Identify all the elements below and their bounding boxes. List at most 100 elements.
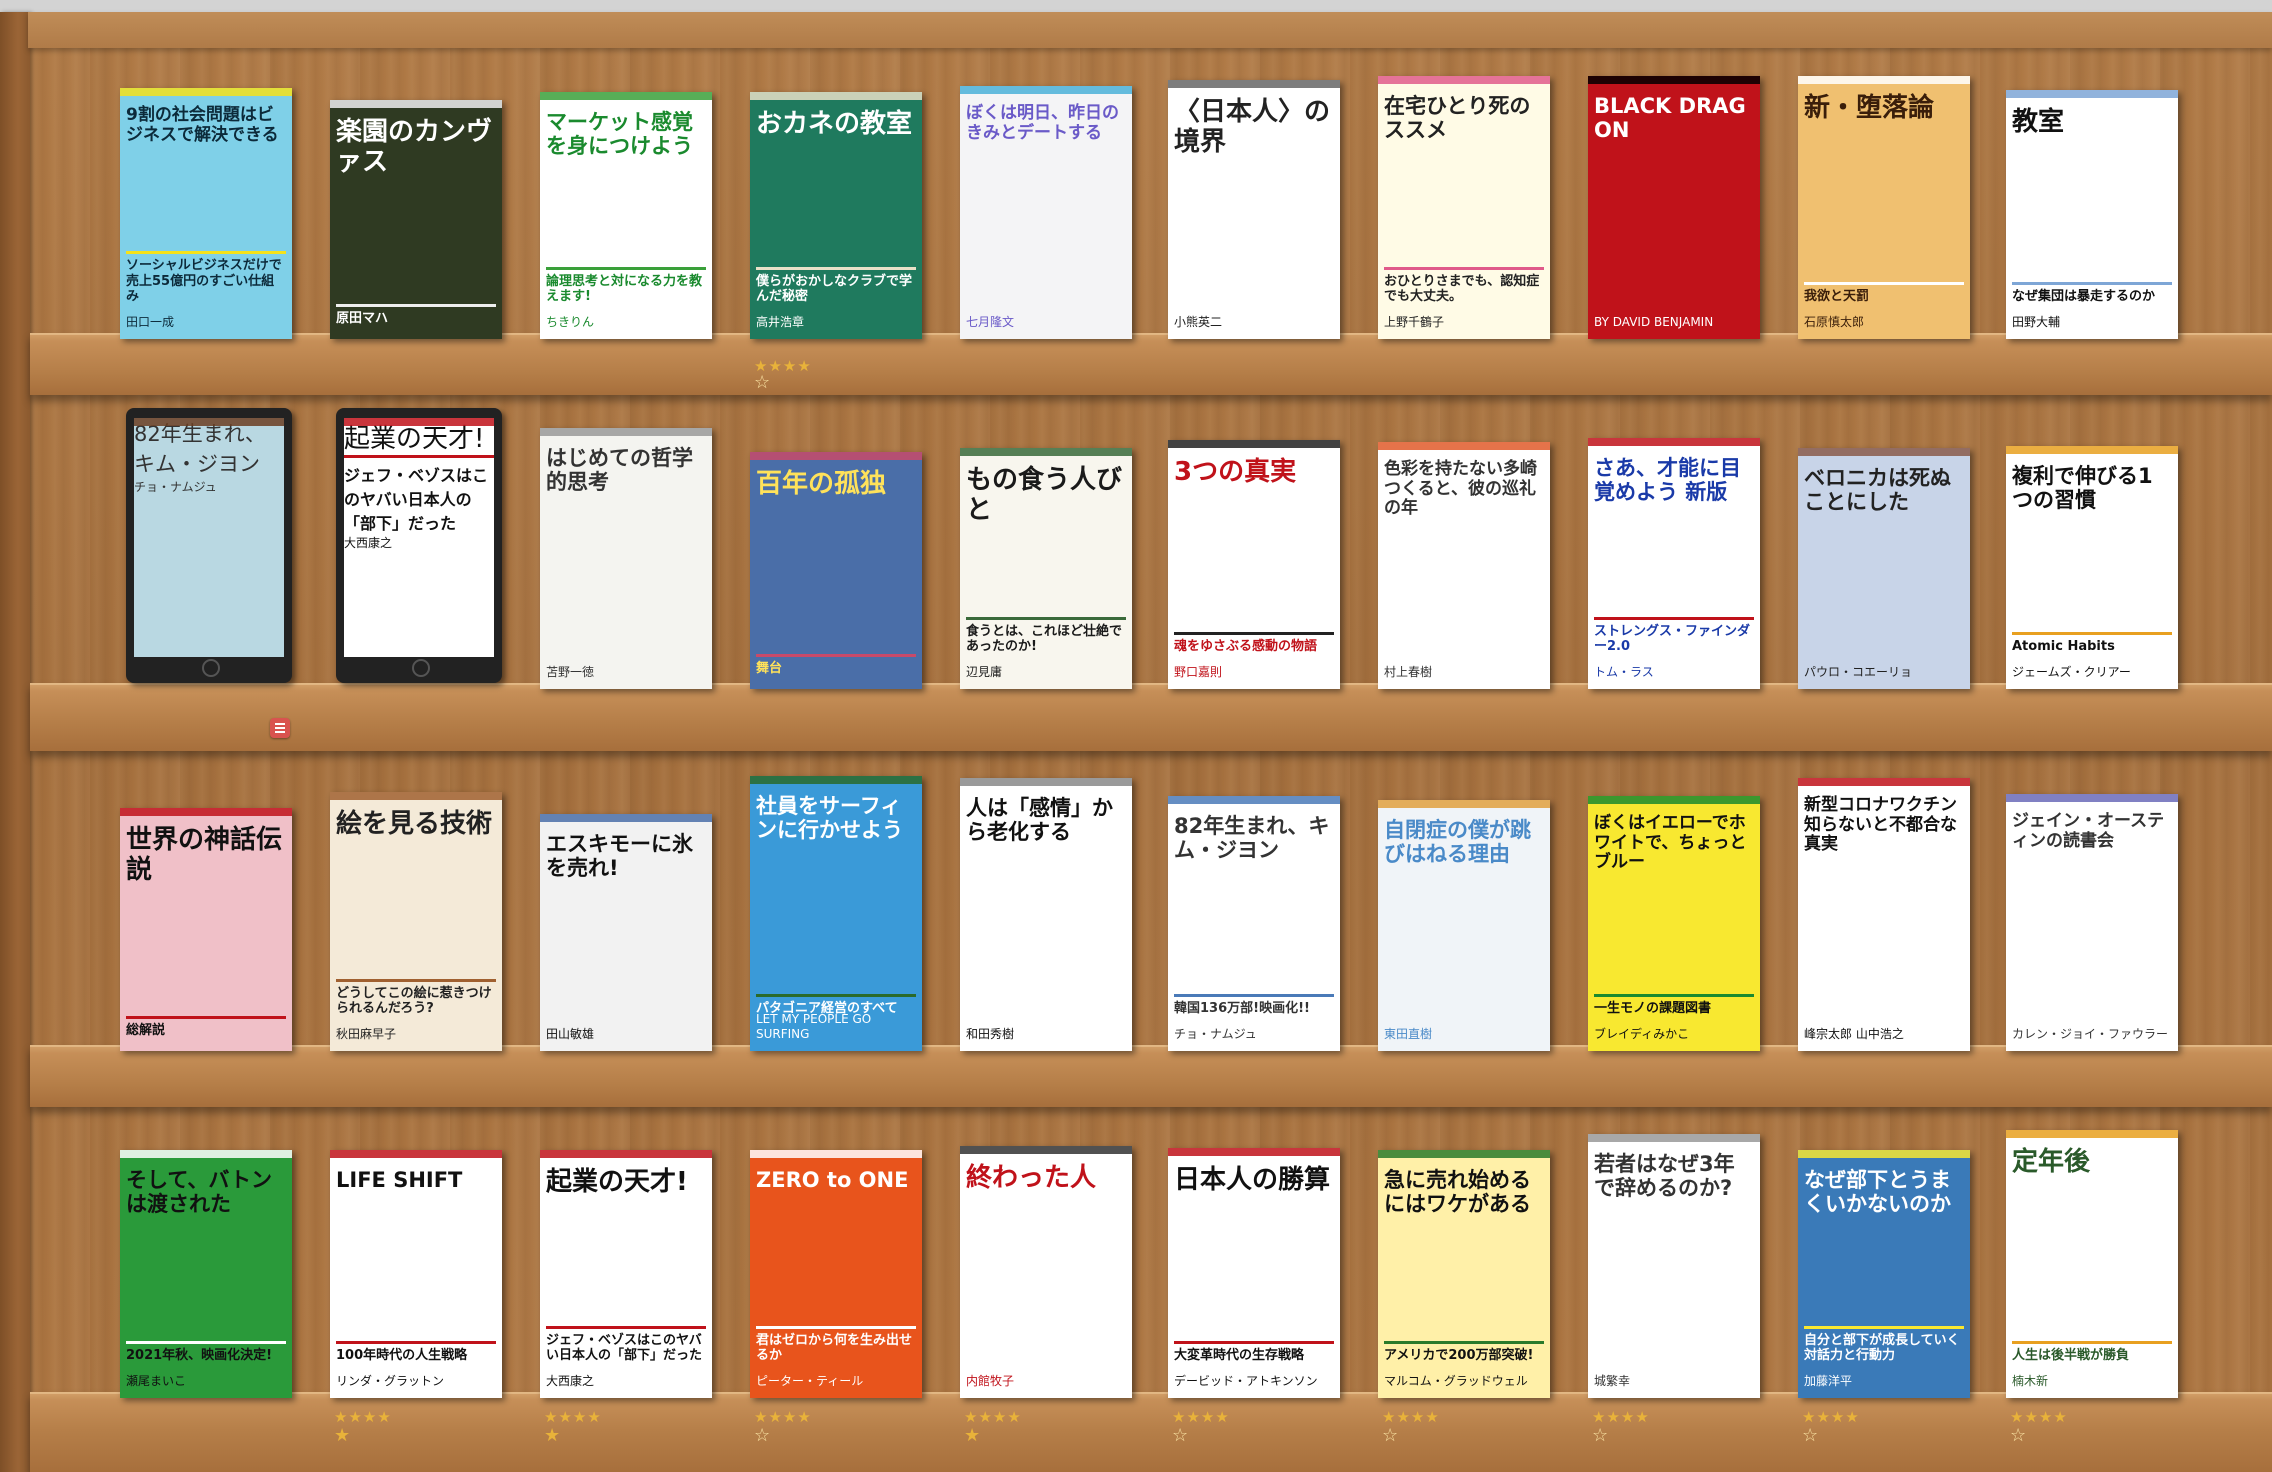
book-cover[interactable]: 社員をサーフィンに行かせよう パタゴニア経営のすべて LET MY PEOPLE G… bbox=[750, 776, 922, 1051]
book-cover[interactable]: 色彩を持たない多崎つくると、彼の巡礼の年 村上春樹 bbox=[1378, 442, 1550, 689]
book-tablet[interactable]: 82年生まれ、キム・ジヨン チョ・ナムジュ bbox=[126, 408, 292, 683]
book-cover[interactable]: マーケット感覚を身につけよう 論理思考と対になる力を教えます! ちきりん bbox=[540, 92, 712, 339]
book-cover[interactable]: BLACK DRAGON BY DAVID BENJAMIN bbox=[1588, 76, 1760, 339]
book-cover[interactable]: 在宅ひとり死のススメ おひとりさまでも、認知症でも大丈夫。 上野千鶴子 bbox=[1378, 76, 1550, 339]
book-title: 自閉症の僕が跳びはねる理由 bbox=[1384, 818, 1531, 867]
rating-star-icon[interactable]: ☆ bbox=[1592, 1427, 1608, 1445]
cover-accent-band bbox=[1798, 448, 1970, 456]
book-cover[interactable]: 世界の神話伝説 総解説 bbox=[120, 808, 292, 1051]
book-cover[interactable]: 新型コロナワクチン 知らないと不都合な真実 峰宗太郎 山中浩之 bbox=[1798, 778, 1970, 1051]
rating-stars[interactable]: ★★★★ bbox=[334, 1410, 392, 1425]
book-title: 起業の天才! bbox=[546, 1167, 688, 1197]
cover-accent-band bbox=[1798, 1150, 1970, 1158]
book-subtitle: ソーシャルビジネスだけで売上55億円のすごい仕組み bbox=[126, 251, 286, 305]
book-cover[interactable]: そして、バトンは渡された 2021年秋、映画化決定! 瀬尾まいこ bbox=[120, 1150, 292, 1398]
book-author: 野口嘉則 bbox=[1174, 664, 1223, 679]
book-cover[interactable]: 絵を見る技術 どうしてこの絵に惹きつけられるんだろう? 秋田麻早子 bbox=[330, 792, 502, 1051]
rating-star-icon[interactable]: ☆ bbox=[754, 374, 770, 392]
book-title: ベロニカは死ぬことにした bbox=[1804, 466, 1951, 515]
book-cover: 82年生まれ、キム・ジヨン チョ・ナムジュ bbox=[134, 418, 284, 657]
book-subtitle: 僕らがおかしなクラブで学んだ秘密 bbox=[756, 266, 916, 305]
book-cover[interactable]: ジェイン・オースティンの読書会 カレン・ジョイ・ファウラー bbox=[2006, 794, 2178, 1051]
book-cover[interactable]: ぼくは明日、昨日のきみとデートする 七月隆文 bbox=[960, 86, 1132, 339]
book-cover[interactable]: 82年生まれ、キム・ジヨン 韓国136万部!映画化!! チョ・ナムジュ bbox=[1168, 796, 1340, 1051]
book-cover[interactable]: ベロニカは死ぬことにしたパウロ・コエーリョ bbox=[1798, 448, 1970, 689]
book-cover[interactable]: 楽園のカンヴァス 原田マハ bbox=[330, 100, 502, 339]
book-title: ZERO to ONE bbox=[756, 1168, 909, 1192]
rating-stars[interactable]: ★★★★ bbox=[1802, 1410, 1860, 1425]
cover-accent-band bbox=[1798, 778, 1970, 786]
cover-accent-band bbox=[540, 92, 712, 100]
book-cover[interactable]: はじめての哲学的思考 苫野一徳 bbox=[540, 428, 712, 689]
book-title: マーケット感覚を身につけよう bbox=[546, 110, 693, 159]
book-cover[interactable]: 9割の社会問題はビジネスで解決できる ソーシャルビジネスだけで売上55億円のすごい… bbox=[120, 88, 292, 339]
cover-accent-band bbox=[960, 86, 1132, 94]
rating-stars[interactable]: ★★★★ bbox=[2010, 1410, 2068, 1425]
book-tablet[interactable]: 起業の天才! ジェフ・ベゾスはこのヤバい日本人の「部下」だった 大西康之 bbox=[336, 408, 502, 683]
book-cover[interactable]: 急に売れ始めるにはワケがある アメリカで200万部突破! マルコム・グラッドウェル bbox=[1378, 1150, 1550, 1398]
book-author: パウロ・コエーリョ bbox=[1804, 664, 1913, 679]
rating-star-icon[interactable]: ★ bbox=[544, 1427, 560, 1445]
book-title: 世界の神話伝説 bbox=[126, 825, 283, 885]
cover-accent-band bbox=[750, 452, 922, 460]
book-cover[interactable]: 終わった人 内館牧子 bbox=[960, 1146, 1132, 1398]
book-cover[interactable]: 〈日本人〉の境界 小熊英二 bbox=[1168, 80, 1340, 339]
book-title: 教室 bbox=[2012, 107, 2065, 137]
rating-stars[interactable]: ★★★★ bbox=[1172, 1410, 1230, 1425]
book-cover[interactable]: 複利で伸びる1つの習慣 Atomic Habits ジェームズ・クリアー bbox=[2006, 446, 2178, 689]
rating-star-icon[interactable]: ☆ bbox=[2010, 1427, 2026, 1445]
shelf-board bbox=[30, 683, 2272, 751]
book-cover[interactable]: 若者はなぜ3年で辞めるのか? 城繁幸 bbox=[1588, 1134, 1760, 1398]
book-subtitle: おひとりさまでも、認知症でも大丈夫。 bbox=[1384, 266, 1544, 305]
book-cover[interactable]: ぼくはイエローでホワイトで、ちょっとブルー 一生モノの課題図書 ブレイディみかこ bbox=[1588, 796, 1760, 1051]
book-author: 小熊英二 bbox=[1174, 314, 1223, 329]
book-title: 終わった人 bbox=[966, 1163, 1097, 1193]
book-cover[interactable]: エスキモーに氷を売れ! 田山敏雄 bbox=[540, 814, 712, 1051]
rating-star-icon[interactable]: ☆ bbox=[1802, 1427, 1818, 1445]
book-cover[interactable]: 新・堕落論 我欲と天罰 石原慎太郎 bbox=[1798, 76, 1970, 339]
rating-stars[interactable]: ★★★★ bbox=[544, 1410, 602, 1425]
book-cover[interactable]: もの食う人びと 食うとは、これほど壮絶であったのか! 辺見庸 bbox=[960, 448, 1132, 689]
cover-accent-band bbox=[1798, 76, 1970, 84]
book-cover[interactable]: さあ、才能に目覚めよう 新版 ストレングス・ファインダー2.0 トム・ラス bbox=[1588, 438, 1760, 689]
cover-accent-band bbox=[120, 88, 292, 96]
cover-accent-band bbox=[1168, 80, 1340, 88]
book-title: 日本人の勝算 bbox=[1174, 1165, 1331, 1195]
book-cover: 起業の天才! ジェフ・ベゾスはこのヤバい日本人の「部下」だった 大西康之 bbox=[344, 418, 494, 657]
rating-star-icon[interactable]: ☆ bbox=[754, 1427, 770, 1445]
tablet-home-button bbox=[412, 659, 430, 677]
menu-icon[interactable] bbox=[270, 718, 290, 738]
book-cover[interactable]: なぜ部下とうまくいかないのか 自分と部下が成長していく対話力と行動力 加藤洋平 bbox=[1798, 1150, 1970, 1398]
book-cover[interactable]: 起業の天才! ジェフ・ベゾスはこのヤバい日本人の「部下」だった 大西康之 bbox=[540, 1150, 712, 1398]
book-cover[interactable]: 定年後 人生は後半戦が勝負 楠木新 bbox=[2006, 1130, 2178, 1398]
book-subtitle: 原田マハ bbox=[336, 304, 496, 327]
book-cover[interactable]: LIFE SHIFT 100年時代の人生戦略 リンダ・グラットン bbox=[330, 1150, 502, 1398]
rating-star-icon[interactable]: ★ bbox=[334, 1427, 350, 1445]
book-cover[interactable]: 人は「感情」から老化する 和田秀樹 bbox=[960, 778, 1132, 1051]
rating-stars[interactable]: ★★★★ bbox=[1592, 1410, 1650, 1425]
book-cover[interactable]: 百年の孤独 舞台 bbox=[750, 452, 922, 689]
rating-stars[interactable]: ★★★★ bbox=[964, 1410, 1022, 1425]
book-cover[interactable]: おカネの教室 僕らがおかしなクラブで学んだ秘密 高井浩章 bbox=[750, 92, 922, 339]
book-title: 社員をサーフィンに行かせよう bbox=[756, 794, 903, 843]
book-author: 高井浩章 bbox=[756, 314, 805, 329]
cover-accent-band bbox=[330, 792, 502, 800]
cover-accent-band bbox=[2006, 446, 2178, 454]
book-cover[interactable]: 教室 なぜ集団は暴走するのか 田野大輔 bbox=[2006, 90, 2178, 339]
rating-star-icon[interactable]: ☆ bbox=[1382, 1427, 1398, 1445]
cover-accent-band bbox=[1588, 76, 1760, 84]
cover-accent-band bbox=[1168, 796, 1340, 804]
book-title: 急に売れ始めるにはワケがある bbox=[1384, 1168, 1531, 1217]
rating-stars[interactable]: ★★★★ bbox=[1382, 1410, 1440, 1425]
rating-star-icon[interactable]: ★ bbox=[964, 1427, 980, 1445]
book-cover[interactable]: ZERO to ONE 君はゼロから何を生み出せるか ピーター・ティール bbox=[750, 1150, 922, 1398]
rating-star-icon[interactable]: ☆ bbox=[1172, 1427, 1188, 1445]
rating-stars[interactable]: ★★★★ bbox=[754, 1410, 812, 1425]
book-cover[interactable]: 3つの真実 魂をゆさぶる感動の物語 野口嘉則 bbox=[1168, 440, 1340, 689]
book-cover[interactable]: 自閉症の僕が跳びはねる理由 東田直樹 bbox=[1378, 800, 1550, 1051]
book-cover[interactable]: 日本人の勝算 大変革時代の生存戦略 デービッド・アトキンソン bbox=[1168, 1148, 1340, 1398]
cover-accent-band bbox=[1588, 1134, 1760, 1142]
book-title: 複利で伸びる1つの習慣 bbox=[2012, 464, 2153, 513]
book-title: 3つの真実 bbox=[1174, 457, 1297, 487]
book-subtitle: ジェフ・ベゾスはこのヤバい日本人の「部下」だった bbox=[344, 455, 494, 534]
